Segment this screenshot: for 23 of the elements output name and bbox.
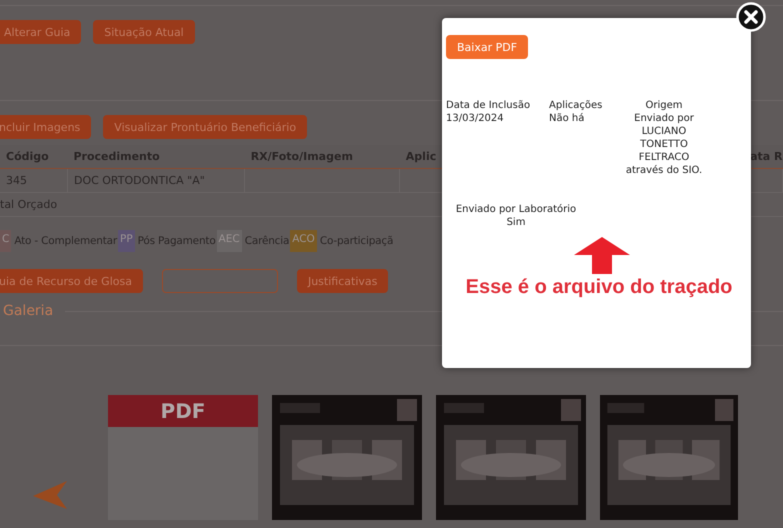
section-title: Galeria xyxy=(3,303,54,319)
field-label: Data de Inclusão xyxy=(446,99,532,112)
close-icon[interactable] xyxy=(736,2,766,32)
field-value: Sim xyxy=(506,216,526,229)
annotation-text: Esse é o arquivo do traçado xyxy=(466,276,732,299)
field-value: Não há xyxy=(549,112,586,125)
download-pdf-button[interactable]: Baixar PDF xyxy=(446,35,528,59)
pdf-label: PDF xyxy=(108,395,258,427)
action-button[interactable]: Visualizar Prontuário Beneficiário xyxy=(103,115,308,139)
field-value: 13/03/2024 xyxy=(446,112,505,125)
legend-badge: PP xyxy=(118,230,135,252)
action-button[interactable]: ncluir Imagens xyxy=(0,115,92,139)
legend-badge: ACO xyxy=(290,230,317,252)
field-label: Enviado por Laboratório xyxy=(456,203,576,216)
action-button[interactable]: Situação Atual xyxy=(93,20,195,44)
action-button[interactable]: uia de Recurso de Glosa xyxy=(0,269,143,293)
action-button[interactable]: Justificativas xyxy=(296,269,388,293)
action-button[interactable]: Alterar Guia xyxy=(0,20,82,44)
field-label: Origem xyxy=(644,99,684,112)
legend-badge: C xyxy=(0,230,12,252)
up-arrow-icon xyxy=(574,237,630,274)
field-label: Aplicações xyxy=(549,99,604,112)
pdf-thumbnail[interactable]: PDF xyxy=(108,395,258,520)
